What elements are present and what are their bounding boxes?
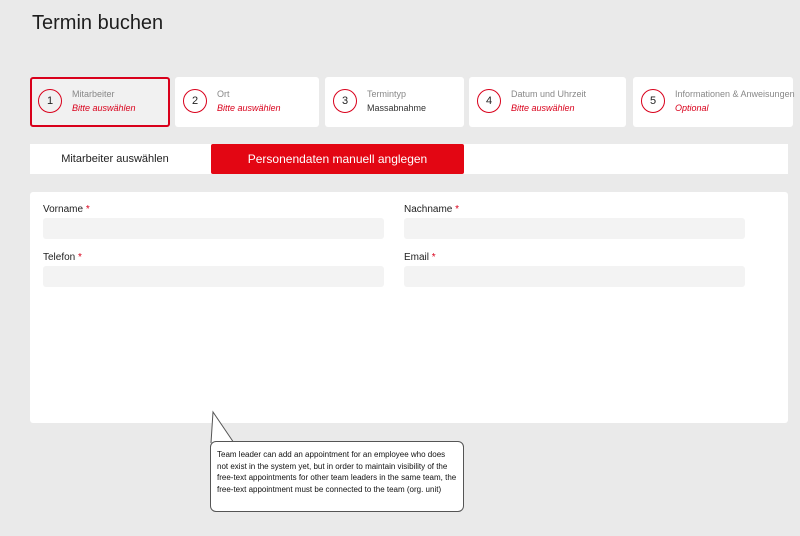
page-title: Termin buchen	[32, 12, 164, 34]
step-value: Optional	[675, 103, 709, 113]
annotation-note: Team leader can add an appointment for a…	[210, 441, 464, 512]
email-input[interactable]	[404, 266, 745, 287]
step-information[interactable]: 5 Informationen & Anweisungen Optional	[633, 77, 795, 127]
required-marker: *	[85, 204, 90, 215]
step-location[interactable]: 2 Ort Bitte auswählen	[175, 77, 319, 127]
last-name-label: Nachname *	[404, 204, 460, 215]
step-label: Informationen & Anweisungen	[675, 89, 795, 99]
step-value: Bitte auswählen	[72, 103, 136, 113]
step-number: 2	[183, 89, 207, 113]
step-label: Mitarbeiter	[72, 89, 115, 99]
step-date-time[interactable]: 4 Datum und Uhrzeit Bitte auswählen	[469, 77, 626, 127]
required-marker: *	[431, 252, 436, 263]
step-label: Ort	[217, 89, 230, 99]
email-label: Email *	[404, 252, 436, 263]
step-label: Datum und Uhrzeit	[511, 89, 587, 99]
step-appointment-type[interactable]: 3 Termintyp Massabnahme	[325, 77, 464, 127]
step-label: Termintyp	[367, 89, 407, 99]
callout-pointer	[210, 410, 235, 444]
required-marker: *	[455, 204, 460, 215]
first-name-input[interactable]	[43, 218, 384, 239]
last-name-input[interactable]	[404, 218, 745, 239]
tab-manual-entry[interactable]: Personendaten manuell anglegen	[211, 144, 464, 174]
step-value: Bitte auswählen	[217, 103, 281, 113]
step-number: 3	[333, 89, 357, 113]
phone-label: Telefon *	[43, 252, 82, 263]
required-marker: *	[78, 252, 82, 263]
first-name-label: Vorname *	[43, 204, 90, 215]
step-employee[interactable]: 1 Mitarbeiter Bitte auswählen	[30, 77, 170, 127]
person-form: Vorname * Nachname * Telefon * Email *	[30, 192, 788, 423]
step-value: Bitte auswählen	[511, 103, 575, 113]
phone-input[interactable]	[43, 266, 384, 287]
step-value: Massabnahme	[367, 103, 427, 113]
tab-bar: Mitarbeiter auswählen Personendaten manu…	[30, 144, 788, 174]
step-number: 1	[38, 89, 62, 113]
step-number: 5	[641, 89, 665, 113]
step-number: 4	[477, 89, 501, 113]
tab-select-employee[interactable]: Mitarbeiter auswählen	[30, 144, 200, 174]
